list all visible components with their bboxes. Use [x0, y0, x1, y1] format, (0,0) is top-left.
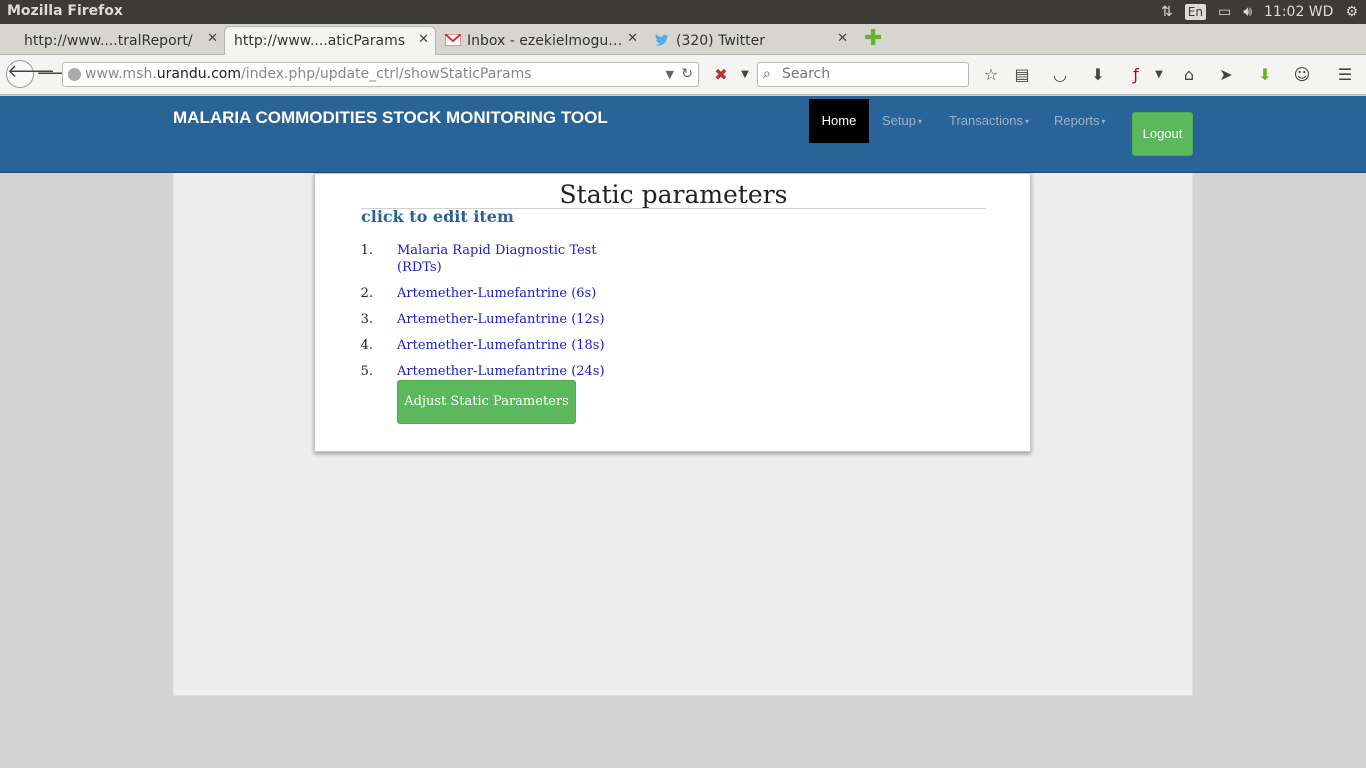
twitter-icon	[654, 33, 670, 48]
close-icon[interactable]: ✕	[627, 31, 638, 46]
list-item: 3. Artemether-Lumefantrine (12s)	[361, 311, 625, 328]
menu-icon[interactable]: ☰	[1334, 64, 1356, 86]
url-path: /index.php/update_ctrl/showStaticParams	[240, 66, 532, 82]
close-icon[interactable]: ✕	[418, 32, 429, 47]
tab-label: http://www....aticParams	[234, 33, 406, 49]
url-bar[interactable]: www.msh.urandu.com/index.php/update_ctrl…	[62, 62, 699, 87]
addon-blocker-icon[interactable]: ✖	[710, 64, 732, 86]
nav-reports-label: Reports	[1054, 113, 1100, 128]
page-viewport: MALARIA COMMODITIES STOCK MONITORING TOO…	[0, 96, 1366, 768]
reading-list-icon[interactable]: ▤	[1011, 64, 1033, 86]
tab-3[interactable]: Inbox - ezekielmogu… ✕	[438, 26, 644, 55]
tab-label: (320) Twitter	[676, 32, 766, 49]
addon-dropdown-icon[interactable]: ▼	[734, 64, 756, 86]
app-navbar: MALARIA COMMODITIES STOCK MONITORING TOO…	[0, 96, 1366, 173]
nav-reports[interactable]: Reports ▾	[1054, 99, 1106, 143]
volume-icon[interactable]: 🔊︎	[1243, 4, 1252, 20]
nav-home[interactable]: Home	[809, 99, 869, 143]
tab-strip: http://www....tralReport/ ✕ http://www..…	[0, 24, 1366, 55]
item-link[interactable]: Malaria Rapid Diagnostic Test (RDTs)	[375, 242, 625, 276]
download-helper-icon[interactable]: ⬇	[1254, 64, 1276, 86]
nav-transactions-label: Transactions	[949, 113, 1023, 128]
url-host: urandu.com	[156, 66, 241, 82]
pocket-icon[interactable]: ◡	[1049, 64, 1071, 86]
list-item: 2. Artemether-Lumefantrine (6s)	[361, 285, 625, 302]
home-icon[interactable]: ⌂	[1178, 64, 1200, 86]
static-params-card: Static parameters click to edit item 1. M…	[314, 173, 1031, 452]
list-item: 5. Artemether-Lumefantrine (24s)	[361, 363, 625, 380]
nav-setup-label: Setup	[882, 113, 916, 128]
app-brand[interactable]: MALARIA COMMODITIES STOCK MONITORING TOO…	[173, 108, 608, 128]
globe-icon	[68, 68, 81, 81]
nav-setup[interactable]: Setup ▾	[882, 99, 922, 143]
close-icon[interactable]: ✕	[207, 31, 218, 46]
os-top-bar: Mozilla Firefox ⇅ En ▭ 🔊︎ 11:02 WD ⚙	[0, 0, 1366, 24]
flash-icon[interactable]: ƒ	[1125, 64, 1147, 86]
os-indicators: ⇅ En ▭ 🔊︎ 11:02 WD ⚙	[1161, 0, 1358, 24]
nav-transactions[interactable]: Transactions ▾	[949, 99, 1029, 143]
list-item: 1. Malaria Rapid Diagnostic Test (RDTs)	[361, 242, 625, 276]
tab-4[interactable]: (320) Twitter ✕	[648, 26, 854, 55]
navigation-toolbar: 🡐 🡒 www.msh.urandu.com/index.php/update_…	[0, 55, 1366, 95]
forward-button[interactable]: 🡒	[36, 63, 84, 87]
caret-down-icon: ▾	[1024, 116, 1029, 126]
item-number: 5.	[360, 364, 373, 379]
list-item: 4. Artemether-Lumefantrine (18s)	[361, 337, 625, 354]
search-input[interactable]: ⌕ Search	[757, 62, 969, 87]
caret-down-icon: ▾	[1101, 116, 1106, 126]
search-icon: ⌕	[763, 66, 771, 82]
send-icon[interactable]: ➤	[1215, 64, 1237, 86]
url-dropdown-icon[interactable]: ▼	[666, 63, 674, 86]
item-number: 2.	[360, 286, 373, 301]
flash-dropdown-icon[interactable]: ▼	[1148, 64, 1170, 86]
caret-down-icon: ▾	[917, 116, 922, 126]
card-subtitle: click to edit item	[361, 207, 514, 226]
param-list: 1. Malaria Rapid Diagnostic Test (RDTs) 2…	[361, 242, 625, 389]
item-link[interactable]: Artemether-Lumefantrine (12s)	[375, 311, 625, 328]
adjust-static-parameters-button[interactable]: Adjust Static Parameters	[397, 380, 576, 424]
network-icon[interactable]: ⇅	[1161, 4, 1173, 20]
back-button[interactable]: 🡐	[6, 60, 55, 88]
search-placeholder: Search	[782, 66, 831, 82]
tab-label: Inbox - ezekielmogu…	[467, 32, 623, 49]
new-tab-plus-icon[interactable]: ✚	[864, 28, 882, 50]
url-prefix: www.msh.	[85, 66, 157, 82]
settings-gear-icon[interactable]: ⚙	[1345, 4, 1358, 20]
item-number: 1.	[360, 243, 373, 258]
window-title: Mozilla Firefox	[7, 3, 123, 19]
clock[interactable]: 11:02 WD	[1264, 4, 1333, 20]
item-link[interactable]: Artemether-Lumefantrine (18s)	[375, 337, 625, 354]
item-number: 4.	[360, 338, 373, 353]
item-link[interactable]: Artemether-Lumefantrine (24s)	[375, 363, 625, 380]
page-title: Static parameters	[559, 180, 788, 209]
gmail-icon	[444, 32, 462, 48]
reload-icon[interactable]: ↻	[681, 63, 693, 86]
tab-1[interactable]: http://www....tralReport/ ✕	[16, 26, 224, 55]
item-link[interactable]: Artemether-Lumefantrine (6s)	[375, 285, 625, 302]
tab-label: http://www....tralReport/	[24, 32, 193, 49]
downloads-icon[interactable]: ⬇	[1087, 64, 1109, 86]
keyboard-language[interactable]: En	[1184, 4, 1206, 20]
bookmark-star-icon[interactable]: ☆	[980, 64, 1002, 86]
tab-2[interactable]: http://www....aticParams ✕	[224, 26, 436, 55]
logout-button[interactable]: Logout	[1132, 112, 1193, 156]
item-number: 3.	[360, 312, 373, 327]
close-icon[interactable]: ✕	[837, 31, 848, 46]
chat-icon[interactable]: ☺	[1291, 64, 1313, 86]
battery-icon[interactable]: ▭	[1218, 4, 1231, 20]
